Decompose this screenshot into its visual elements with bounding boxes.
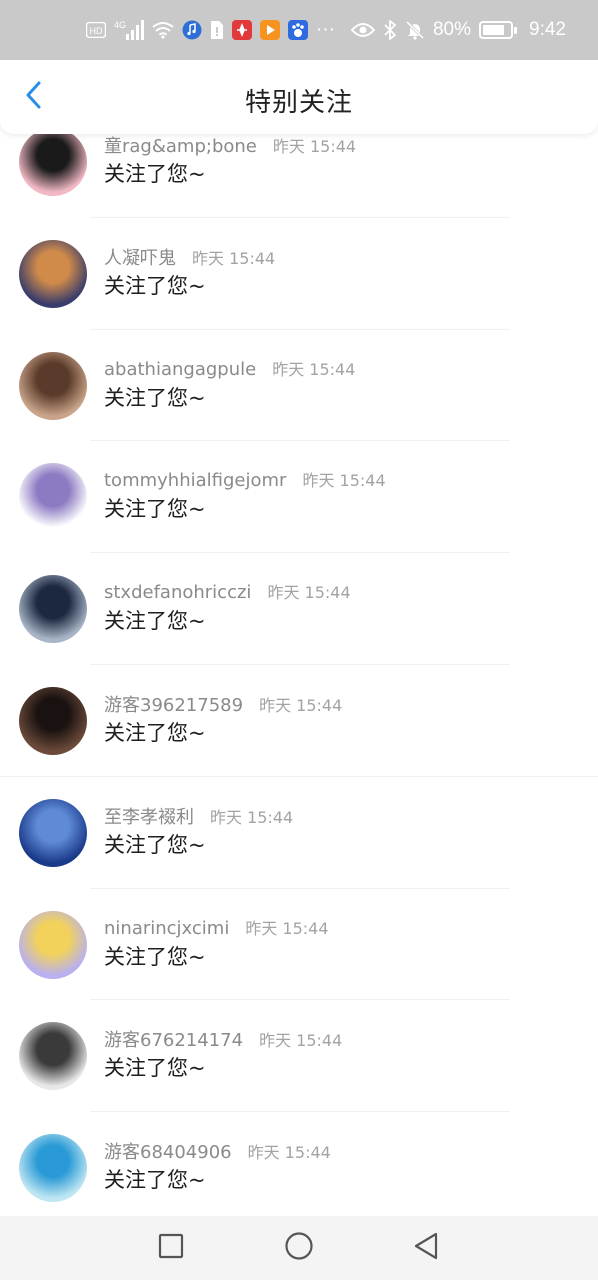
back-nav-button[interactable]	[410, 1232, 442, 1264]
name-line: 游客676214174 昨天 15:44	[104, 1026, 342, 1052]
list-item[interactable]: abathiangagpule 昨天 15:44 关注了您~	[0, 330, 598, 442]
message-text: 关注了您~	[104, 497, 206, 522]
name-line: tommyhhialfigejomr 昨天 15:44	[104, 467, 386, 491]
avatar[interactable]	[19, 686, 87, 755]
baidu-app-icon	[288, 19, 308, 41]
name-line: 至李孝裰利 昨天 15:44	[104, 803, 293, 829]
video-app-icon	[260, 19, 280, 41]
name-line: 人凝吓鬼 昨天 15:44	[104, 244, 275, 270]
user-name[interactable]: 游客676214174	[104, 1026, 243, 1052]
circle-icon	[284, 1231, 314, 1265]
more-dots-icon: ···	[316, 19, 335, 40]
hd-icon: HD	[86, 19, 106, 41]
avatar[interactable]	[19, 1134, 87, 1203]
timestamp: 昨天 15:44	[302, 471, 386, 491]
message-text: 关注了您~	[104, 609, 206, 634]
huawei-app-icon	[232, 19, 252, 41]
avatar[interactable]	[19, 1022, 87, 1091]
music-app-icon	[182, 19, 202, 41]
clock: 9:42	[529, 19, 566, 40]
square-icon	[158, 1233, 184, 1263]
user-name[interactable]: 游客68404906	[104, 1138, 232, 1164]
timestamp: 昨天 15:44	[245, 918, 329, 938]
avatar[interactable]	[19, 910, 87, 979]
user-name[interactable]: 童rag&amp;bone	[104, 134, 257, 158]
eye-icon	[350, 19, 375, 41]
follow-list[interactable]: 童rag&amp;bone 昨天 15:44 关注了您~ 人凝吓鬼 昨天 15:44 关注…	[0, 134, 598, 1216]
battery-icon	[479, 21, 518, 39]
avatar[interactable]	[19, 798, 87, 867]
message-text: 关注了您~	[104, 273, 206, 298]
name-line: 童rag&amp;bone 昨天 15:44	[104, 134, 356, 158]
recent-apps-button[interactable]	[155, 1232, 187, 1264]
avatar[interactable]	[19, 575, 87, 644]
message-text: 关注了您~	[104, 832, 206, 857]
home-button[interactable]	[283, 1232, 315, 1264]
list-item[interactable]: 游客396217589 昨天 15:44 关注了您~	[0, 665, 598, 777]
system-nav-bar	[0, 1216, 598, 1280]
message-text: 关注了您~	[104, 720, 206, 745]
mute-bell-icon	[405, 19, 425, 41]
svg-text:4G: 4G	[114, 20, 126, 30]
avatar[interactable]	[19, 351, 87, 420]
user-name[interactable]: 游客396217589	[104, 691, 243, 717]
message-text: 关注了您~	[104, 162, 206, 186]
timestamp: 昨天 15:44	[259, 1031, 343, 1051]
list-item[interactable]: ninarincjxcimi 昨天 15:44 关注了您~	[0, 889, 598, 1001]
bluetooth-icon	[383, 19, 397, 41]
name-line: ninarincjxcimi 昨天 15:44	[104, 915, 329, 939]
user-name[interactable]: tommyhhialfigejomr	[104, 470, 286, 491]
list-item[interactable]: 游客68404906 昨天 15:44 关注了您~	[0, 1112, 598, 1216]
list-item[interactable]: 游客676214174 昨天 15:44 关注了您~	[0, 1000, 598, 1113]
name-line: abathiangagpule 昨天 15:44	[104, 356, 355, 380]
user-name[interactable]: abathiangagpule	[104, 359, 256, 380]
message-text: 关注了您~	[104, 1056, 206, 1081]
battery-percent: 80%	[432, 19, 472, 40]
timestamp: 昨天 15:44	[247, 1143, 331, 1163]
list-item[interactable]: stxdefanohricczi 昨天 15:44 关注了您~	[0, 553, 598, 665]
status-left-icons: HD 4G ···	[86, 19, 335, 41]
timestamp: 昨天 15:44	[210, 807, 294, 827]
message-text: 关注了您~	[104, 1168, 206, 1193]
user-name[interactable]: 人凝吓鬼	[104, 244, 176, 270]
name-line: 游客68404906 昨天 15:44	[104, 1138, 331, 1164]
status-right-icons: 80% 9:42	[350, 19, 566, 41]
triangle-back-icon	[412, 1231, 440, 1265]
sim-icon	[210, 19, 224, 41]
timestamp: 昨天 15:44	[272, 359, 356, 379]
signal-icon: 4G	[114, 19, 144, 41]
timestamp: 昨天 15:44	[259, 695, 343, 715]
list-item[interactable]: 童rag&amp;bone 昨天 15:44 关注了您~	[0, 134, 598, 218]
avatar[interactable]	[19, 239, 87, 308]
user-name[interactable]: 至李孝裰利	[104, 803, 194, 829]
list-item[interactable]: 人凝吓鬼 昨天 15:44 关注了您~	[0, 218, 598, 330]
list-item[interactable]: tommyhhialfigejomr 昨天 15:44 关注了您~	[0, 441, 598, 554]
list-item[interactable]: 至李孝裰利 昨天 15:44 关注了您~	[0, 777, 598, 889]
name-line: stxdefanohricczi 昨天 15:44	[104, 579, 351, 603]
timestamp: 昨天 15:44	[272, 137, 357, 156]
status-bar: HD 4G ··· 80% 9:42	[0, 0, 598, 60]
timestamp: 昨天 15:44	[192, 248, 276, 268]
page-title: 特别关注	[244, 88, 353, 118]
timestamp: 昨天 15:44	[267, 583, 351, 603]
message-text: 关注了您~	[104, 385, 206, 410]
header-bar: 特别关注	[0, 60, 598, 134]
message-text: 关注了您~	[104, 944, 206, 969]
avatar[interactable]	[19, 134, 87, 196]
svg-text:HD: HD	[90, 26, 103, 36]
avatar[interactable]	[19, 463, 87, 532]
user-name[interactable]: stxdefanohricczi	[104, 582, 251, 603]
name-line: 游客396217589 昨天 15:44	[104, 691, 342, 717]
user-name[interactable]: ninarincjxcimi	[104, 918, 229, 939]
wifi-icon	[152, 19, 174, 41]
